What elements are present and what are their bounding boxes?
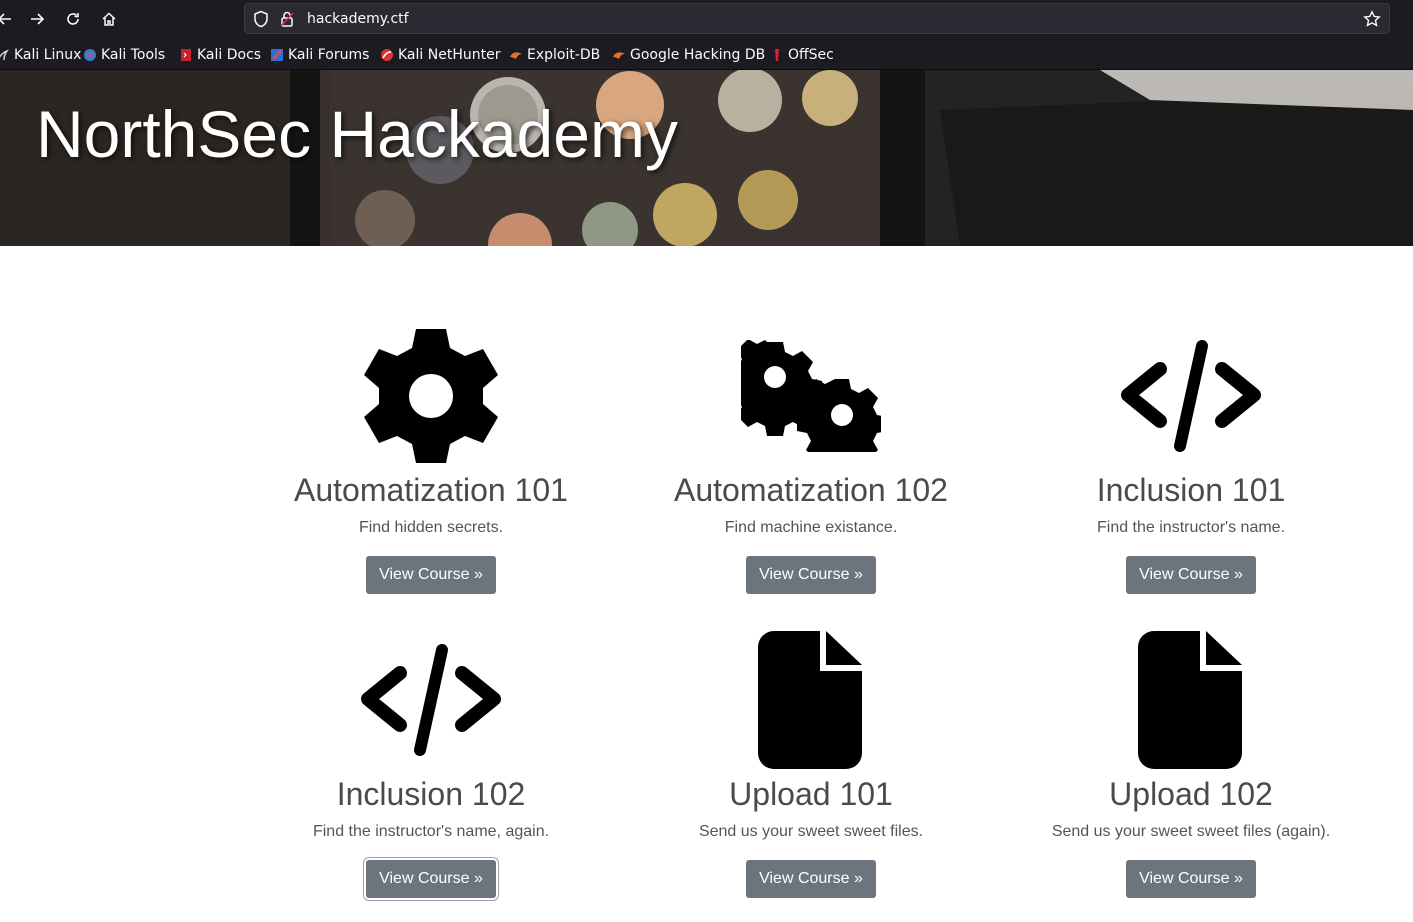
url-text[interactable]: hackademy.ctf — [307, 11, 409, 27]
insecure-lock-icon[interactable] — [279, 10, 295, 33]
view-course-button[interactable]: View Course » — [366, 556, 496, 594]
bookmark-kali-tools[interactable]: Kali Tools — [83, 46, 165, 64]
kali-tools-icon — [84, 49, 96, 61]
course-description: Find the instructor's name. — [1096, 519, 1286, 536]
bookmark-google-hacking-db[interactable]: Google Hacking DB — [612, 46, 765, 64]
browser-toolbar: hackademy.ctf — [0, 0, 1413, 38]
course-title: Inclusion 102 — [336, 776, 526, 812]
view-course-button[interactable]: View Course » — [1126, 556, 1256, 594]
file-icon — [758, 631, 862, 769]
bookmark-exploit-db[interactable]: Exploit-DB — [509, 46, 600, 64]
nethunter-icon — [381, 49, 393, 61]
course-card: Automatization 102 Find machine existanc… — [621, 321, 1001, 594]
course-description: Find hidden secrets. — [358, 519, 504, 536]
course-card: Inclusion 101 Find the instructor's name… — [1001, 321, 1381, 594]
bookmark-label: OffSec — [788, 47, 834, 63]
home-button[interactable] — [96, 6, 122, 32]
page-title: NorthSec Hackademy — [36, 97, 678, 171]
view-course-button[interactable]: View Course » — [746, 556, 876, 594]
bookmark-kali-linux[interactable]: Kali Linux — [0, 46, 81, 64]
back-arrow-icon — [0, 13, 11, 25]
tracking-protection-icon[interactable] — [253, 10, 269, 33]
bookmark-label: Kali NetHunter — [398, 47, 501, 63]
gear-icon — [364, 329, 498, 463]
course-title: Upload 101 — [729, 776, 893, 812]
course-card: Automatization 101 Find hidden secrets. … — [241, 321, 621, 594]
bookmark-label: Kali Tools — [101, 47, 166, 63]
bookmark-label: Google Hacking DB — [630, 47, 766, 63]
url-bar[interactable]: hackademy.ctf — [244, 3, 1390, 34]
course-description: Find machine existance. — [724, 519, 898, 536]
bookmark-star-icon[interactable] — [1363, 10, 1381, 33]
course-description: Send us your sweet sweet files (again). — [1051, 823, 1331, 840]
kali-docs-icon — [181, 49, 191, 61]
offsec-icon — [775, 49, 779, 61]
back-button[interactable] — [0, 6, 18, 32]
course-title: Automatization 101 — [294, 472, 568, 508]
bookmark-kali-forums[interactable]: Kali Forums — [270, 46, 369, 64]
bookmark-label: Kali Forums — [288, 47, 370, 63]
course-card: Inclusion 102 Find the instructor's name… — [241, 625, 621, 898]
reload-button[interactable] — [60, 6, 86, 32]
code-icon — [1121, 340, 1261, 452]
exploit-db-icon — [510, 52, 522, 59]
bookmark-offsec[interactable]: OffSec — [770, 46, 834, 64]
view-course-button[interactable]: View Course » — [746, 860, 876, 898]
bookmark-label: Kali Linux — [14, 47, 82, 63]
forward-button[interactable] — [24, 6, 50, 32]
course-title: Inclusion 101 — [1096, 472, 1286, 508]
course-card: Upload 101 Send us your sweet sweet file… — [621, 625, 1001, 898]
home-icon — [102, 12, 116, 26]
course-description: Find the instructor's name, again. — [312, 823, 550, 840]
file-icon — [1138, 631, 1242, 769]
hero-banner: NorthSec Hackademy — [0, 70, 1413, 246]
course-card: Upload 102 Send us your sweet sweet file… — [1001, 625, 1381, 898]
forward-arrow-icon — [31, 13, 45, 25]
gears-icon — [741, 340, 881, 452]
code-icon — [361, 644, 501, 756]
view-course-button[interactable]: View Course » — [1126, 860, 1256, 898]
bookmark-label: Kali Docs — [197, 47, 262, 63]
ghdb-icon — [613, 52, 625, 59]
kali-dragon-icon — [0, 49, 9, 61]
reload-icon — [67, 13, 79, 25]
bookmark-kali-docs[interactable]: Kali Docs — [179, 46, 261, 64]
kali-forums-icon — [271, 49, 283, 61]
view-course-button[interactable]: View Course » — [366, 860, 496, 898]
bookmark-label: Exploit-DB — [527, 47, 601, 63]
bookmarks-bar: Kali Linux Kali Tools Kali Docs Kali For… — [0, 38, 1413, 70]
course-title: Automatization 102 — [674, 472, 948, 508]
course-description: Send us your sweet sweet files. — [698, 823, 924, 840]
bookmark-kali-nethunter[interactable]: Kali NetHunter — [380, 46, 500, 64]
course-title: Upload 102 — [1109, 776, 1273, 812]
